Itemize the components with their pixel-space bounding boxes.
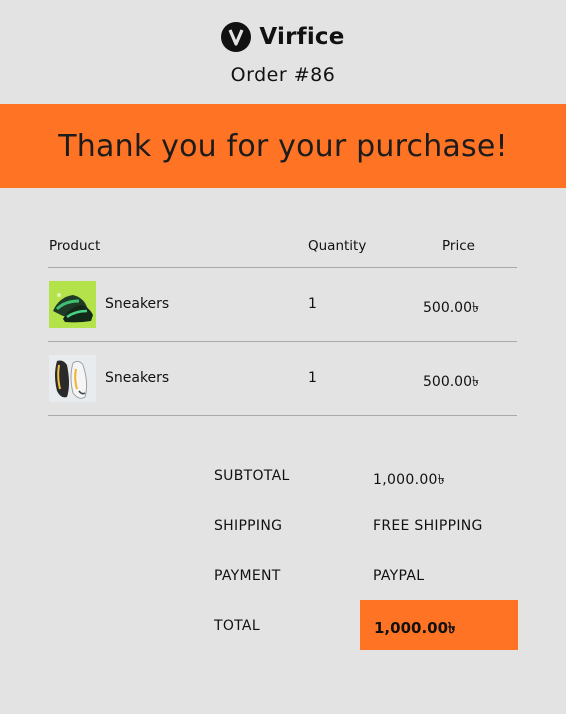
subtotal-label: SUBTOTAL xyxy=(214,468,290,484)
product-price: 500.00৳ xyxy=(423,300,479,316)
thank-you-message: Thank you for your purchase! xyxy=(58,128,508,164)
green-sneakers-image xyxy=(49,281,96,328)
shipping-value: FREE SHIPPING xyxy=(373,518,483,534)
product-name: Sneakers xyxy=(105,296,170,312)
brand-header: Virfice xyxy=(0,22,566,52)
v-letter-logo-icon xyxy=(221,22,252,52)
subtotal-value: 1,000.00৳ xyxy=(373,472,446,488)
product-name: Sneakers xyxy=(105,370,170,386)
column-header-quantity: Quantity xyxy=(308,238,367,254)
product-price: 500.00৳ xyxy=(423,374,479,390)
product-quantity: 1 xyxy=(308,296,317,312)
column-header-price: Price xyxy=(442,238,475,254)
table-row: Sneakers 1 500.00৳ xyxy=(48,342,517,415)
payment-label: PAYMENT xyxy=(214,568,281,584)
order-confirmation-email: Virfice Order #86 Thank you for your pur… xyxy=(0,0,566,714)
white-sneakers-image xyxy=(49,355,96,402)
total-highlight-box: 1,000.00৳ xyxy=(360,600,518,650)
thank-you-banner: Thank you for your purchase! xyxy=(0,104,566,188)
table-row: Sneakers 1 500.00৳ xyxy=(48,268,517,341)
total-label: TOTAL xyxy=(214,618,260,634)
order-number: Order #86 xyxy=(230,64,336,86)
shipping-label: SHIPPING xyxy=(214,518,283,534)
brand-name: Virfice xyxy=(259,24,345,50)
column-header-product: Product xyxy=(49,238,101,254)
table-divider xyxy=(48,415,517,416)
total-value: 1,000.00৳ xyxy=(374,619,456,637)
product-quantity: 1 xyxy=(308,370,317,386)
payment-value: PAYPAL xyxy=(373,568,425,584)
